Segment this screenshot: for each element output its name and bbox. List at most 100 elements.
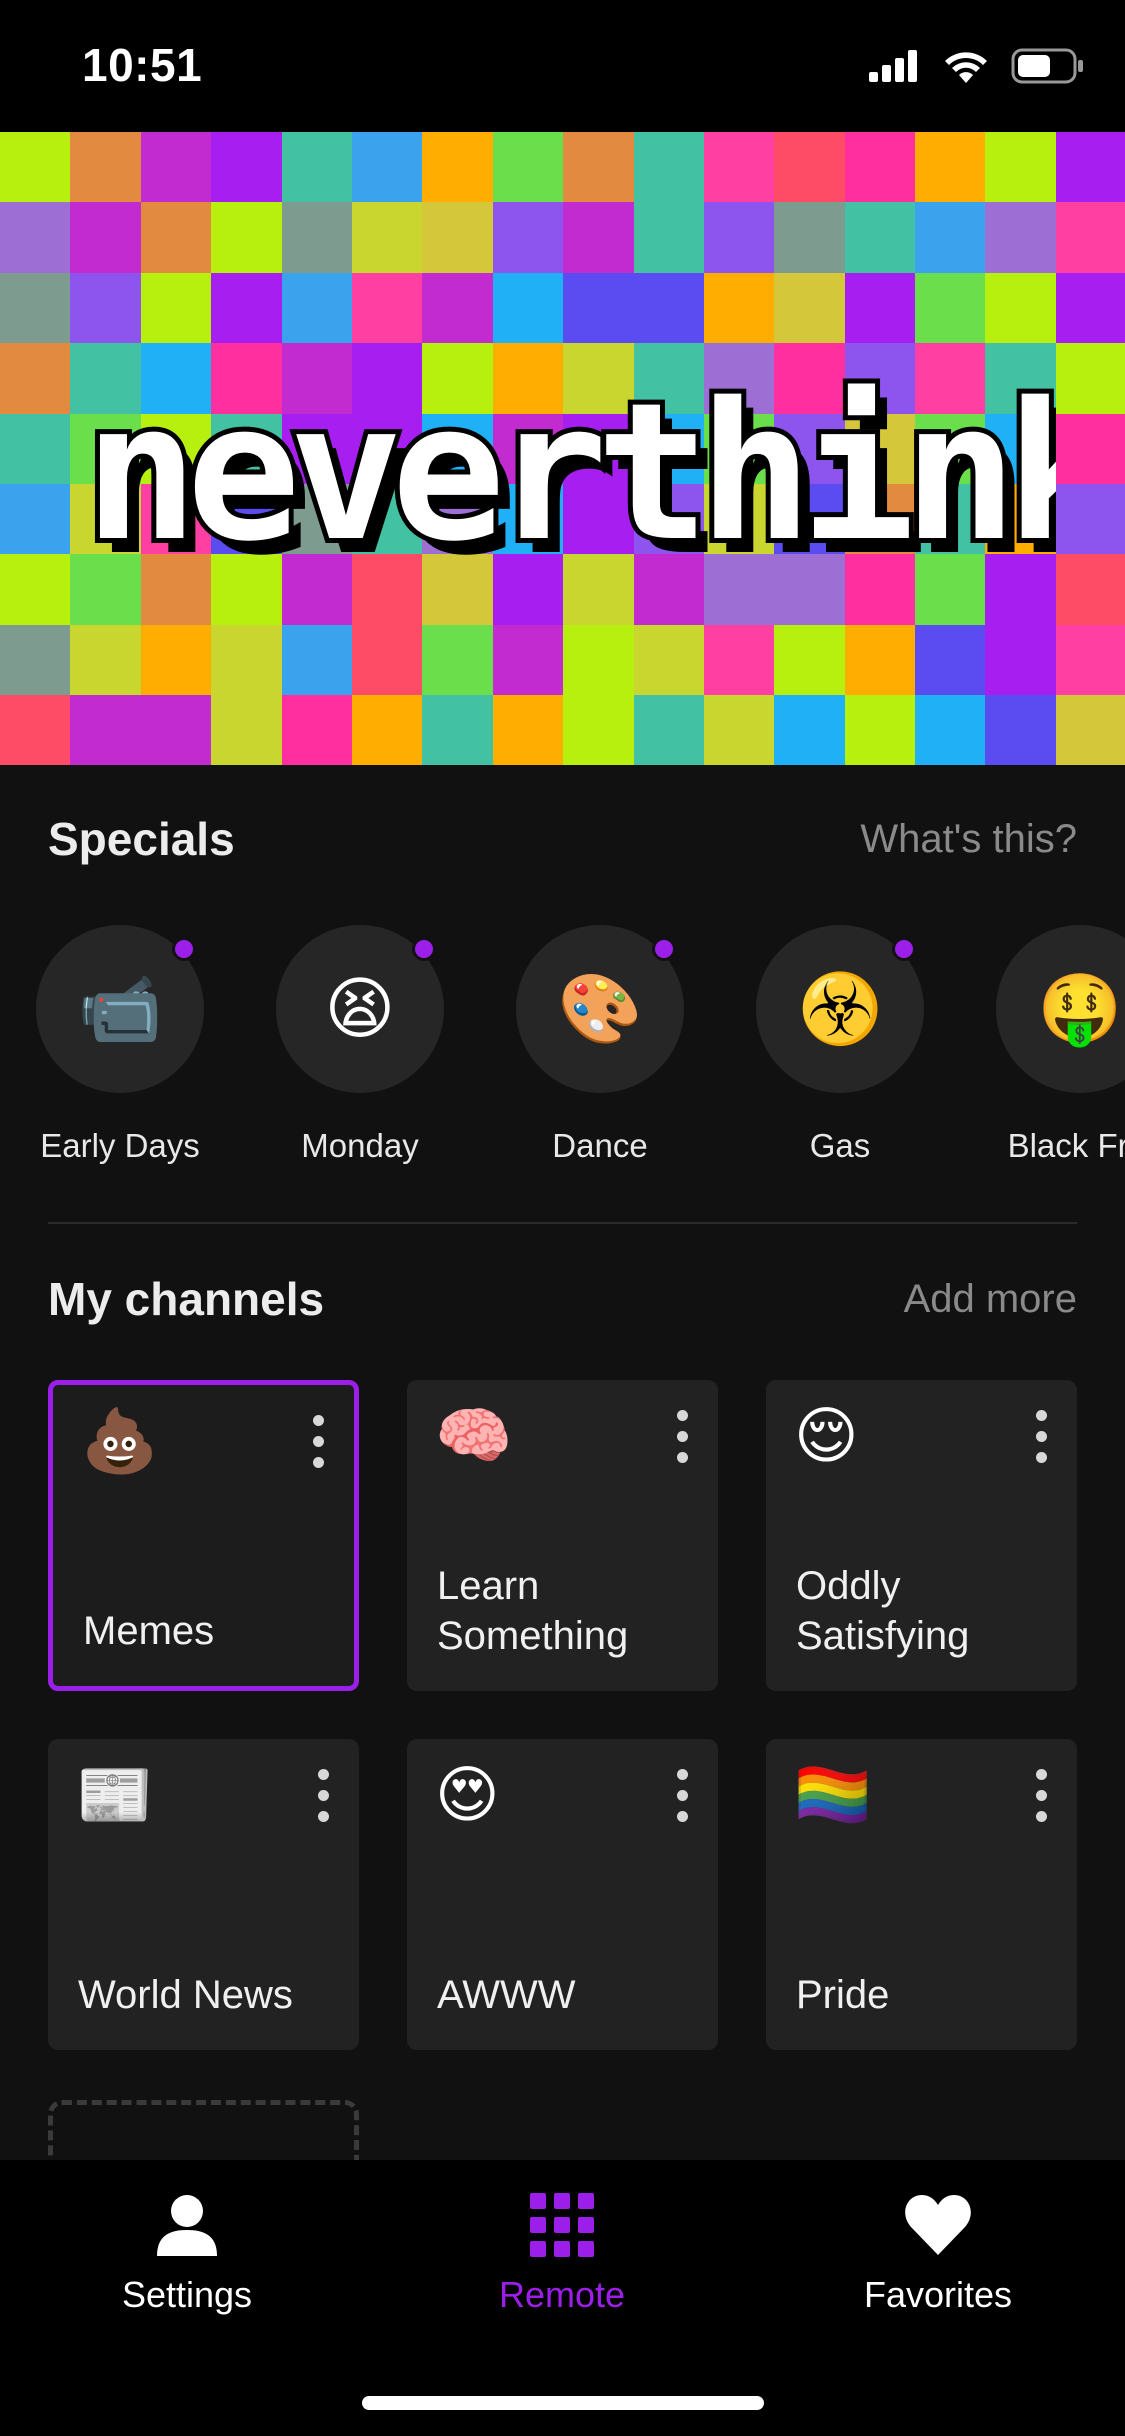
mosaic-cell (703, 624, 775, 696)
special-label: Monday (301, 1127, 419, 1164)
mosaic-cell (985, 624, 1056, 696)
mosaic-cell (1055, 132, 1125, 203)
channels-title: My channels (48, 1273, 325, 1325)
mosaic-cell (140, 272, 212, 344)
channel-label: World News (78, 1973, 293, 2017)
mosaic-cell (0, 483, 71, 555)
mosaic-cell (70, 272, 141, 344)
hero-banner: neverthink neverthink (0, 132, 1125, 765)
special-circle: 🤑 (996, 925, 1125, 1093)
nav-settings[interactable]: Settings (37, 2160, 337, 2316)
whats-this-link[interactable]: What's this? (860, 817, 1077, 862)
mosaic-cell (844, 272, 916, 344)
more-options-icon[interactable] (672, 1769, 692, 1822)
mosaic-cell (985, 272, 1056, 344)
status-bar: 10:51 (0, 0, 1125, 132)
mosaic-cell (844, 132, 916, 203)
mosaic-cell (563, 132, 634, 203)
mosaic-cell (563, 202, 634, 273)
mosaic-cell (70, 132, 141, 203)
mosaic-cell (140, 624, 212, 696)
mosaic-cell (492, 202, 564, 273)
special-item-monday[interactable]: 😫 Monday (240, 925, 480, 1165)
heart-eyes-icon: 😍 (435, 1761, 500, 1830)
home-indicator[interactable] (362, 2396, 764, 2410)
neverthink-logo: neverthink neverthink (79, 362, 1056, 597)
channels-header: My channels Add more (48, 1272, 1077, 1326)
wifi-icon (945, 52, 987, 83)
mosaic-cell (985, 202, 1056, 273)
channel-label: Pride (796, 1973, 890, 2017)
mosaic-cell (774, 695, 845, 765)
mosaic-cell (211, 132, 282, 203)
new-indicator-dot (412, 937, 436, 961)
relieved-face-icon: 😌 (794, 1402, 859, 1471)
special-item-early-days[interactable]: 📹 Early Days (0, 925, 240, 1165)
channel-tile-pride[interactable]: 🏳️‍🌈 Pride (766, 1739, 1077, 2050)
more-options-icon[interactable] (313, 1769, 333, 1822)
specials-carousel[interactable]: 📹 Early Days 😫 Monday 🎨 Dance ☣️ Gas 🤑 B… (0, 925, 1125, 1185)
mosaic-cell (0, 413, 71, 484)
new-indicator-dot (892, 937, 916, 961)
mosaic-cell (844, 202, 916, 273)
more-options-icon[interactable] (1031, 1769, 1051, 1822)
mosaic-cell (915, 272, 986, 344)
mosaic-cell (281, 624, 352, 696)
grid-icon (530, 2193, 594, 2257)
mosaic-cell (351, 132, 423, 203)
video-camera-icon: 📹 (77, 971, 163, 1047)
mosaic-cell (70, 624, 141, 696)
mosaic-cell (422, 624, 493, 696)
brain-icon: 🧠 (435, 1402, 513, 1471)
channel-tile-oddly-satisfying[interactable]: 😌 Oddly Satisfying (766, 1380, 1077, 1691)
mosaic-cell (211, 272, 282, 344)
mosaic-cell (774, 202, 845, 273)
channel-tile-awww[interactable]: 😍 AWWW (407, 1739, 718, 2050)
more-options-icon[interactable] (308, 1415, 328, 1468)
mosaic-cell (0, 202, 71, 273)
mosaic-cell (774, 132, 845, 203)
mosaic-cell (633, 624, 704, 696)
mosaic-cell (915, 624, 986, 696)
mosaic-cell (0, 624, 71, 696)
add-more-link[interactable]: Add more (904, 1277, 1077, 1322)
biohazard-icon: ☣️ (797, 971, 883, 1047)
mosaic-cell (140, 695, 212, 765)
nav-label: Favorites (863, 2274, 1013, 2315)
channel-label: Learn Something (437, 1564, 629, 1658)
special-circle: 📹 (36, 925, 204, 1093)
mosaic-cell (563, 695, 634, 765)
mosaic-cell (492, 272, 564, 344)
channel-tile-memes[interactable]: 💩 Memes (48, 1380, 359, 1691)
mosaic-cell (422, 695, 493, 765)
special-circle: ☣️ (756, 925, 924, 1093)
nav-label: Settings (121, 2274, 253, 2315)
special-item-black-friday[interactable]: 🤑 Black Fric (960, 925, 1125, 1165)
channel-label: Memes (83, 1609, 215, 1653)
tired-face-icon: 😫 (324, 970, 396, 1047)
special-item-gas[interactable]: ☣️ Gas (720, 925, 960, 1165)
specials-title: Specials (48, 813, 235, 865)
special-item-dance[interactable]: 🎨 Dance (480, 925, 720, 1165)
mosaic-cell (422, 272, 493, 344)
mosaic-cell (844, 624, 916, 696)
mosaic-cell (211, 202, 282, 273)
special-label: Gas (809, 1127, 871, 1164)
channel-tile-learn-something[interactable]: 🧠 Learn Something (407, 1380, 718, 1691)
nav-favorites[interactable]: Favorites (788, 2160, 1088, 2316)
mosaic-cell (1055, 413, 1125, 484)
mosaic-cell (211, 695, 282, 765)
mosaic-cell (1055, 272, 1125, 344)
mosaic-cell (351, 624, 423, 696)
mosaic-cell (1055, 202, 1125, 273)
cellular-signal-icon (869, 50, 917, 82)
mosaic-cell (985, 695, 1056, 765)
poop-icon: 💩 (81, 1407, 159, 1476)
nav-remote[interactable]: Remote (412, 2160, 712, 2316)
more-options-icon[interactable] (672, 1410, 692, 1463)
mosaic-cell (281, 132, 352, 203)
more-options-icon[interactable] (1031, 1410, 1051, 1463)
section-divider (48, 1222, 1077, 1224)
channel-tile-world-news[interactable]: 📰 World News (48, 1739, 359, 2050)
mosaic-cell (915, 695, 986, 765)
